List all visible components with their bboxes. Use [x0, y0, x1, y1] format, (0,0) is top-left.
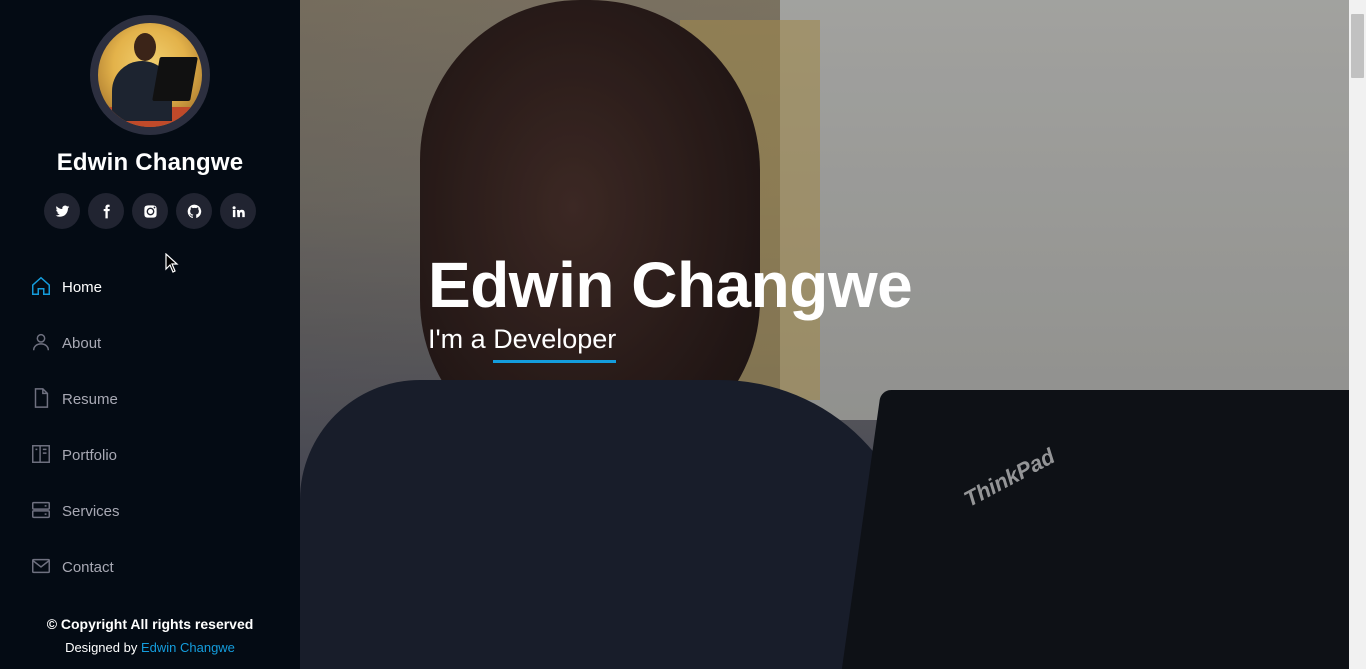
copyright-text: © Copyright All rights reserved [46, 616, 254, 632]
profile: Edwin Changwe [0, 0, 300, 229]
facebook-link[interactable] [88, 193, 124, 229]
twitter-icon [55, 205, 69, 217]
mouse-cursor-icon [165, 253, 179, 273]
nav-item-services[interactable]: Services [30, 499, 120, 523]
nav-label: Home [62, 278, 103, 296]
envelope-icon [30, 555, 54, 579]
nav-label: Contact [62, 558, 114, 576]
sidebar: Edwin Changwe Home About Resume Portfoli… [0, 0, 300, 669]
hero-subtitle: I'm a Developer [428, 324, 617, 363]
scrollbar-thumb[interactable] [1351, 14, 1364, 78]
instagram-icon [143, 204, 157, 218]
home-icon [30, 275, 54, 299]
nav-item-portfolio[interactable]: Portfolio [30, 443, 117, 467]
social-links [0, 193, 300, 229]
nav-label: About [62, 334, 102, 352]
avatar [90, 15, 210, 135]
facebook-icon [103, 204, 110, 218]
nav-item-resume[interactable]: Resume [30, 387, 118, 411]
hero-subtitle-prefix: I'm a [428, 324, 486, 354]
nav-label: Services [62, 502, 120, 520]
linkedin-link[interactable] [220, 193, 256, 229]
profile-name[interactable]: Edwin Changwe [0, 149, 300, 177]
person-icon [30, 331, 54, 355]
nav-item-about[interactable]: About [30, 331, 101, 355]
author-link[interactable]: Edwin Changwe [141, 640, 235, 655]
nav-menu: Home About Resume Portfolio Services Con… [0, 259, 300, 595]
file-icon [30, 387, 54, 411]
hero-title: Edwin Changwe [428, 249, 913, 321]
nav-item-home[interactable]: Home [30, 275, 102, 299]
server-icon [30, 499, 54, 523]
github-link[interactable] [176, 193, 212, 229]
hero-section: ThinkPad Edwin Changwe I'm a Developer [300, 0, 1349, 669]
twitter-link[interactable] [44, 193, 80, 229]
footer: © Copyright All rights reserved Designed… [0, 616, 300, 655]
portfolio-icon [30, 443, 54, 467]
github-icon [187, 204, 201, 218]
instagram-link[interactable] [132, 193, 168, 229]
designed-by-label: Designed by [65, 640, 138, 655]
hero-typed-text: Developer [493, 324, 617, 363]
nav-label: Resume [62, 390, 118, 408]
nav-label: Portfolio [62, 446, 118, 464]
linkedin-icon [232, 205, 245, 217]
nav-item-contact[interactable]: Contact [30, 555, 114, 579]
credits: Designed by Edwin Changwe [0, 640, 300, 655]
page-scrollbar[interactable] [1349, 0, 1366, 669]
